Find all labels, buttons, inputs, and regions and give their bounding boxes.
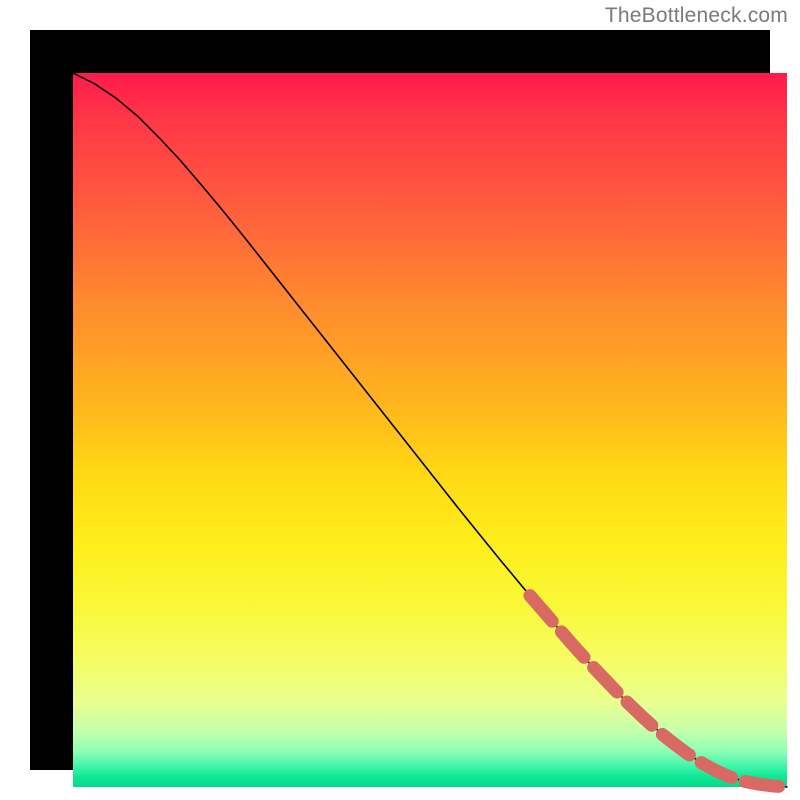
chart-container: TheBottleneck.com xyxy=(0,0,800,800)
curve-line xyxy=(73,73,787,787)
highlight-dashes xyxy=(530,596,787,787)
chart-frame xyxy=(30,30,770,770)
plot-area xyxy=(73,73,787,787)
watermark-text: TheBottleneck.com xyxy=(605,4,788,28)
chart-svg xyxy=(73,73,787,787)
